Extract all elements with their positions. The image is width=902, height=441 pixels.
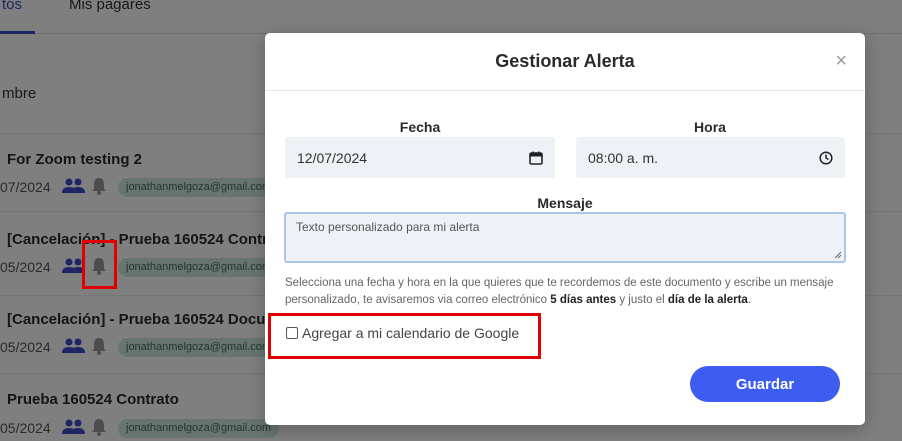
calendar-icon[interactable] (529, 151, 543, 165)
mensaje-placeholder: Texto personalizado para mi alerta (296, 220, 480, 234)
help-text: Selecciona una fecha y hora en la que qu… (285, 275, 850, 309)
highlight-checkbox-box (268, 313, 541, 359)
hora-input[interactable]: 08:00 a. m. (576, 137, 845, 178)
hora-label: Hora (694, 119, 726, 135)
fecha-input[interactable]: 12/07/2024 (285, 137, 555, 178)
guardar-button[interactable]: Guardar (690, 366, 840, 402)
fecha-label: Fecha (399, 119, 441, 135)
help-text-part3: . (747, 294, 752, 306)
help-bold-dia-alerta: día de la alerta (667, 294, 748, 306)
gestionar-alerta-modal: Gestionar Alerta × Fecha Hora 12/07/2024… (265, 33, 865, 425)
close-icon[interactable]: × (835, 51, 847, 71)
help-text-part2: y justo el (616, 294, 668, 306)
hora-value: 08:00 a. m. (588, 149, 659, 166)
clock-icon[interactable] (819, 150, 833, 165)
highlight-bell-box (82, 240, 117, 289)
modal-header: Gestionar Alerta × (265, 33, 865, 91)
help-bold-5-dias: 5 días antes (550, 294, 617, 306)
mensaje-label: Mensaje (537, 195, 593, 211)
mensaje-textarea[interactable]: Texto personalizado para mi alerta (284, 212, 846, 263)
modal-title: Gestionar Alerta (495, 51, 635, 71)
resize-grip-icon[interactable] (834, 251, 842, 259)
fecha-value: 12/07/2024 (297, 149, 368, 166)
